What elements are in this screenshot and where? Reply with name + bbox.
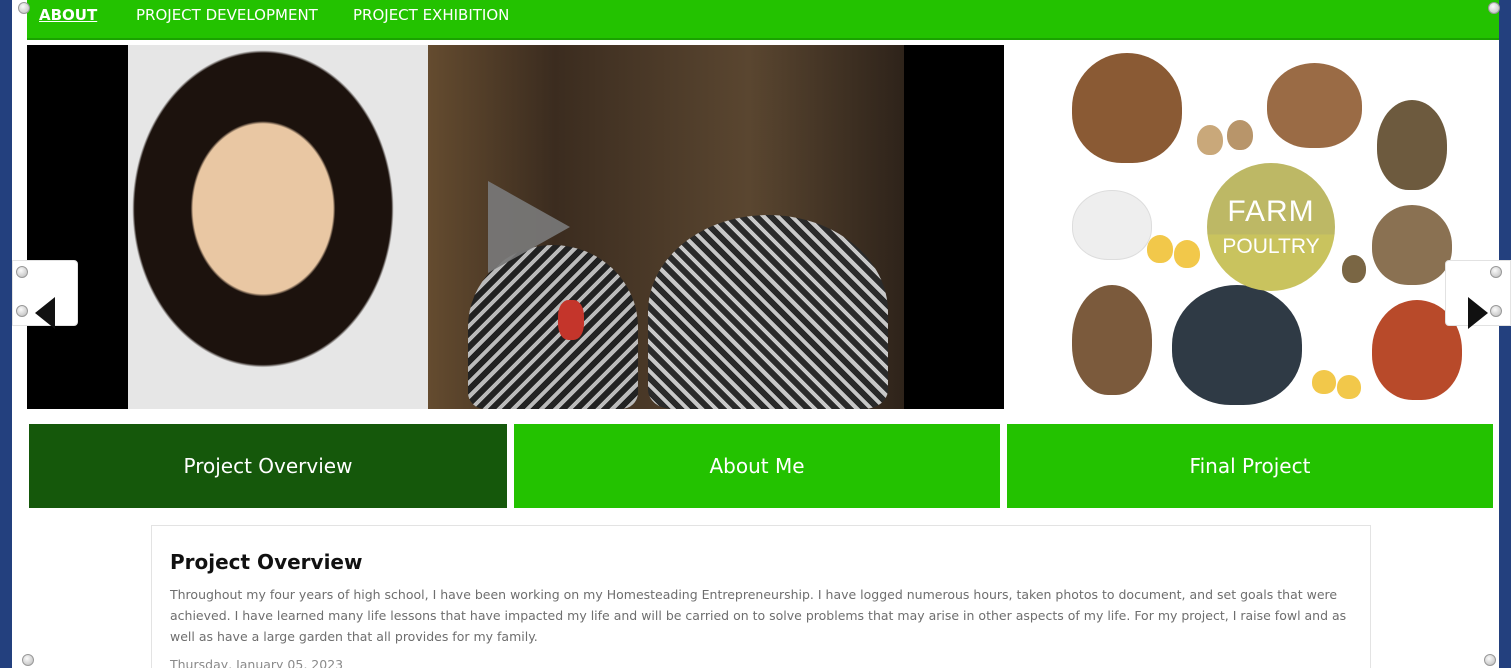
tab-final-project[interactable]: Final Project (1007, 424, 1493, 508)
duckling-illustration (1147, 235, 1173, 263)
top-navbar: ABOUT PROJECT DEVELOPMENT PROJECT EXHIBI… (27, 0, 1499, 40)
overview-title: Project Overview (170, 550, 363, 574)
duck-illustration (1372, 205, 1452, 285)
overview-body: Throughout my four years of high school,… (170, 587, 1347, 644)
duckling-illustration (1174, 240, 1200, 268)
pin-icon (16, 305, 28, 317)
overview-card: Project Overview Throughout my four year… (151, 525, 1371, 668)
pin-icon (16, 266, 28, 278)
overview-date: Thursday, January 05, 2023 (170, 657, 344, 668)
video-person (128, 45, 428, 409)
duckling-illustration (1342, 255, 1366, 283)
video-player[interactable] (27, 45, 1004, 409)
turkey-hen-illustration (1267, 63, 1362, 148)
brown-goose-illustration (1072, 285, 1152, 395)
poultry-label: POULTRY (1222, 235, 1320, 258)
pin-icon (22, 654, 34, 666)
mallard-illustration (1377, 100, 1447, 190)
pin-icon (1490, 305, 1502, 317)
tab-project-overview[interactable]: Project Overview (29, 424, 507, 508)
goose-illustration (1072, 190, 1152, 260)
farm-label: FARM (1227, 195, 1315, 228)
chick-illustration (1197, 125, 1223, 155)
video-hen (648, 215, 888, 409)
play-icon[interactable] (488, 181, 570, 273)
pin-icon (1488, 2, 1500, 14)
chick-illustration (1337, 375, 1361, 399)
pin-icon (18, 2, 30, 14)
farm-poultry-badge: FARM POULTRY (1207, 163, 1335, 291)
chick-illustration (1312, 370, 1336, 394)
chevron-right-icon (1468, 297, 1488, 329)
turkey-illustration (1072, 53, 1182, 163)
chevron-left-icon (35, 297, 55, 329)
nav-item-project-development[interactable]: PROJECT DEVELOPMENT (136, 6, 318, 24)
chick-illustration (1227, 120, 1253, 150)
pin-icon (1490, 266, 1502, 278)
nav-item-project-exhibition[interactable]: PROJECT EXHIBITION (353, 6, 509, 24)
page-frame: ABOUT PROJECT DEVELOPMENT PROJECT EXHIBI… (12, 0, 1499, 668)
tab-about-me[interactable]: About Me (514, 424, 1000, 508)
farm-poultry-illustration: FARM POULTRY (1052, 45, 1472, 409)
video-hen-comb (558, 300, 584, 340)
nav-item-about[interactable]: ABOUT (39, 6, 97, 24)
pin-icon (1484, 654, 1496, 666)
rooster-illustration (1172, 285, 1302, 405)
